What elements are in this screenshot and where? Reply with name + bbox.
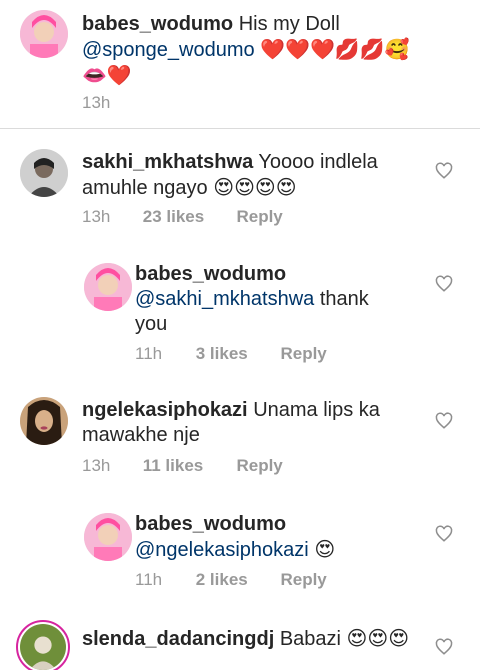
avatar[interactable] — [84, 513, 132, 561]
comment-timestamp: 13h — [82, 207, 111, 226]
like-heart-icon[interactable] — [435, 162, 453, 180]
comment-username[interactable]: sakhi_mkhatshwa — [82, 151, 253, 173]
avatar[interactable] — [20, 10, 68, 58]
comment-meta: 13h 11 likes Reply — [82, 455, 283, 477]
reply-button[interactable]: Reply — [280, 343, 326, 365]
comment-emojis: 😍😍😍😍 — [213, 175, 297, 199]
comment-item: slenda_dadancingdj Babazi 😍😍😍 — [0, 616, 480, 670]
reply-mention[interactable]: @ngelekasiphokazi — [135, 539, 309, 561]
comment-body-2: mawakhe nje — [82, 424, 200, 446]
comment-body: Unama lips ka — [253, 399, 380, 421]
reply-meta: 11h 2 likes Reply — [135, 569, 327, 591]
comment-body: Yoooo indlela — [258, 151, 378, 173]
caption-emojis-2: 👄❤️ — [82, 63, 132, 87]
comment-item: ngelekasiphokazi Unama lips ka mawakhe n… — [0, 390, 480, 490]
comment-meta: 13h 23 likes Reply — [82, 206, 283, 228]
comment-likes[interactable]: 11 likes — [143, 455, 232, 477]
reply-text: babes_wodumo @sakhi_mkhatshwa thank you — [135, 262, 415, 337]
caption-text: babes_wodumo His my Doll @sponge_wodumo … — [82, 12, 442, 89]
comment-emojis: 😍😍😍 — [346, 626, 410, 650]
comment-text: slenda_dadancingdj Babazi 😍😍😍 — [82, 626, 422, 652]
reply-timestamp: 11h — [135, 570, 163, 589]
caption-emojis: ❤️❤️❤️💋💋🥰 — [260, 37, 410, 61]
reply-body: thank — [319, 288, 369, 310]
reply-username[interactable]: babes_wodumo — [135, 263, 286, 285]
post-caption: babes_wodumo His my Doll @sponge_wodumo … — [0, 0, 480, 128]
comment-text: ngelekasiphokazi Unama lips ka mawakhe n… — [82, 398, 402, 448]
comment-likes[interactable]: 23 likes — [143, 206, 232, 228]
like-heart-icon[interactable] — [435, 275, 453, 293]
avatar[interactable] — [16, 620, 70, 670]
reply-mention[interactable]: @sakhi_mkhatshwa — [135, 288, 314, 310]
reply-username[interactable]: babes_wodumo — [135, 513, 286, 535]
comment-body-2: amuhle ngayo — [82, 177, 208, 199]
caption-username[interactable]: babes_wodumo — [82, 13, 233, 35]
reply-text: babes_wodumo @ngelekasiphokazi 😍 — [135, 512, 415, 563]
reply-emojis: 😍 — [314, 537, 336, 561]
avatar[interactable] — [20, 397, 68, 445]
comment-timestamp: 13h — [82, 456, 111, 475]
avatar[interactable] — [84, 263, 132, 311]
reply-body-2: you — [135, 313, 168, 335]
reply-item: babes_wodumo @sakhi_mkhatshwa thank you … — [0, 258, 480, 368]
reply-button[interactable]: Reply — [236, 206, 282, 228]
like-heart-icon[interactable] — [435, 525, 453, 543]
reply-likes[interactable]: 3 likes — [196, 343, 276, 365]
caption-meta: 13h — [82, 92, 110, 114]
reply-item: babes_wodumo @ngelekasiphokazi 😍 11h 2 l… — [0, 508, 480, 598]
divider — [0, 128, 480, 129]
reply-button[interactable]: Reply — [280, 569, 326, 591]
caption-timestamp: 13h — [82, 93, 111, 112]
comment-item: sakhi_mkhatshwa Yoooo indlela amuhle nga… — [0, 140, 480, 240]
caption-body: His my Doll — [238, 13, 340, 35]
reply-meta: 11h 3 likes Reply — [135, 343, 327, 365]
comment-username[interactable]: slenda_dadancingdj — [82, 628, 274, 650]
like-heart-icon[interactable] — [435, 638, 453, 656]
comment-body: Babazi — [279, 628, 341, 650]
avatar[interactable] — [20, 149, 68, 197]
comment-username[interactable]: ngelekasiphokazi — [82, 399, 248, 421]
comment-text: sakhi_mkhatshwa Yoooo indlela amuhle nga… — [82, 150, 402, 201]
reply-button[interactable]: Reply — [236, 455, 282, 477]
reply-likes[interactable]: 2 likes — [196, 569, 276, 591]
reply-timestamp: 11h — [135, 344, 163, 363]
caption-mention[interactable]: @sponge_wodumo — [82, 39, 255, 61]
like-heart-icon[interactable] — [435, 412, 453, 430]
